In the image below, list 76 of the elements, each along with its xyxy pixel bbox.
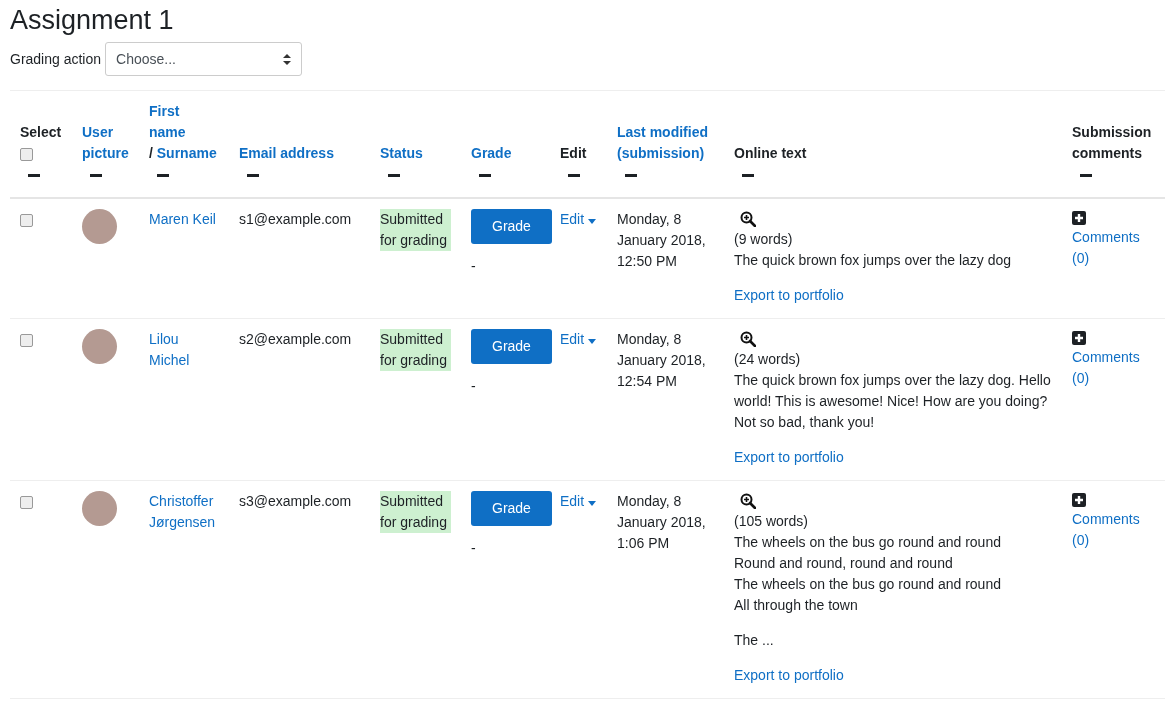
collapse-icon[interactable]: [568, 174, 580, 178]
export-to-portfolio-link[interactable]: Export to portfolio: [734, 449, 844, 466]
add-comment-icon[interactable]: [1072, 211, 1086, 226]
avatar: [82, 209, 117, 245]
up-down-arrows-icon: [283, 53, 292, 65]
collapse-icon[interactable]: [247, 174, 259, 178]
page-title: Assignment 1: [10, 4, 175, 37]
collapse-icon[interactable]: [742, 174, 754, 178]
student-name-link[interactable]: Maren Keil: [149, 209, 219, 231]
collapse-icon[interactable]: [90, 174, 102, 178]
grade-button[interactable]: Grade: [471, 329, 552, 365]
collapse-icon[interactable]: [479, 174, 491, 178]
column-header: Submission comments: [1072, 123, 1153, 164]
online-text-paragraph: The ...: [734, 631, 775, 651]
column-header[interactable]: First name: [149, 101, 219, 144]
email-text: s1@example.com: [239, 211, 352, 228]
word-count-text: (9 words): [734, 231, 793, 248]
select-all-checkbox[interactable]: [20, 148, 33, 162]
comments-link[interactable]: Comments (0): [1072, 347, 1155, 390]
column-header[interactable]: Surname: [156, 143, 217, 165]
zoom-in-icon[interactable]: [740, 493, 756, 510]
last-modified-text: Monday, 8 January 2018, 1:06 PM: [617, 493, 706, 552]
row-checkbox[interactable]: [20, 334, 33, 348]
last-modified-text: Monday, 8 January 2018, 12:50 PM: [617, 211, 706, 270]
word-count-text: (105 words): [734, 513, 808, 530]
email-text: s2@example.com: [239, 331, 352, 348]
collapse-icon[interactable]: [625, 174, 637, 178]
student-name-link[interactable]: Lilou Michel: [149, 329, 219, 372]
edit-menu-link[interactable]: Edit: [560, 493, 596, 510]
student-name-link[interactable]: Christoffer Jørgensen: [149, 491, 219, 534]
header-separator: /: [149, 145, 153, 162]
collapse-icon[interactable]: [157, 174, 169, 178]
edit-menu-link[interactable]: Edit: [560, 331, 596, 348]
caret-icon: [588, 339, 596, 345]
online-text-paragraph: The quick brown fox jumps over the lazy dog. Hello world! This is awesome! Nice! How are you doing? Not so bad, thank you!: [734, 371, 1052, 433]
column-header[interactable]: Grade: [471, 143, 540, 165]
collapse-icon[interactable]: [28, 174, 40, 178]
email-text: s3@example.com: [239, 493, 352, 510]
status-badge: Submitted for grading: [380, 209, 451, 252]
grade-value: -: [471, 258, 476, 275]
grade-value: -: [471, 378, 476, 395]
word-count-text: (24 words): [734, 351, 801, 368]
zoom-in-icon[interactable]: [740, 331, 756, 348]
export-to-portfolio-link[interactable]: Export to portfolio: [734, 667, 844, 684]
column-header: Select: [20, 123, 62, 143]
online-text-paragraph: The wheels on the bus go round and round Round and round, round and round The wheels on the bus go round and round All through the town: [734, 533, 1002, 616]
online-text-paragraph: The quick brown fox jumps over the lazy dog: [734, 251, 1013, 271]
column-header: Online text: [734, 144, 808, 164]
collapse-icon[interactable]: [1080, 174, 1092, 178]
avatar: [82, 491, 117, 527]
row-checkbox[interactable]: [20, 496, 33, 510]
grade-button[interactable]: Grade: [471, 209, 552, 245]
caret-icon: [588, 501, 596, 507]
grading-action-label: Grading action: [10, 51, 102, 68]
zoom-in-icon[interactable]: [740, 211, 756, 228]
column-header[interactable]: Last modified (submission): [617, 122, 714, 165]
column-header[interactable]: User picture: [82, 122, 129, 165]
comments-link[interactable]: Comments (0): [1072, 509, 1155, 552]
collapse-icon[interactable]: [388, 174, 400, 178]
comments-link[interactable]: Comments (0): [1072, 227, 1155, 270]
last-modified-text: Monday, 8 January 2018, 12:54 PM: [617, 331, 706, 390]
edit-menu-link[interactable]: Edit: [560, 211, 596, 228]
caret-icon: [588, 219, 596, 225]
grade-value: -: [471, 540, 476, 557]
add-comment-icon[interactable]: [1072, 493, 1086, 508]
status-badge: Submitted for grading: [380, 329, 451, 372]
grading-action-select[interactable]: Choose...: [105, 42, 303, 77]
grade-button[interactable]: Grade: [471, 491, 552, 527]
add-comment-icon[interactable]: [1072, 331, 1086, 346]
export-to-portfolio-link[interactable]: Export to portfolio: [734, 287, 844, 304]
row-checkbox[interactable]: [20, 214, 33, 228]
avatar: [82, 329, 117, 365]
column-header[interactable]: Email address: [239, 143, 360, 165]
column-header: Edit: [560, 144, 588, 164]
column-header[interactable]: Status: [380, 143, 451, 165]
status-badge: Submitted for grading: [380, 491, 451, 534]
